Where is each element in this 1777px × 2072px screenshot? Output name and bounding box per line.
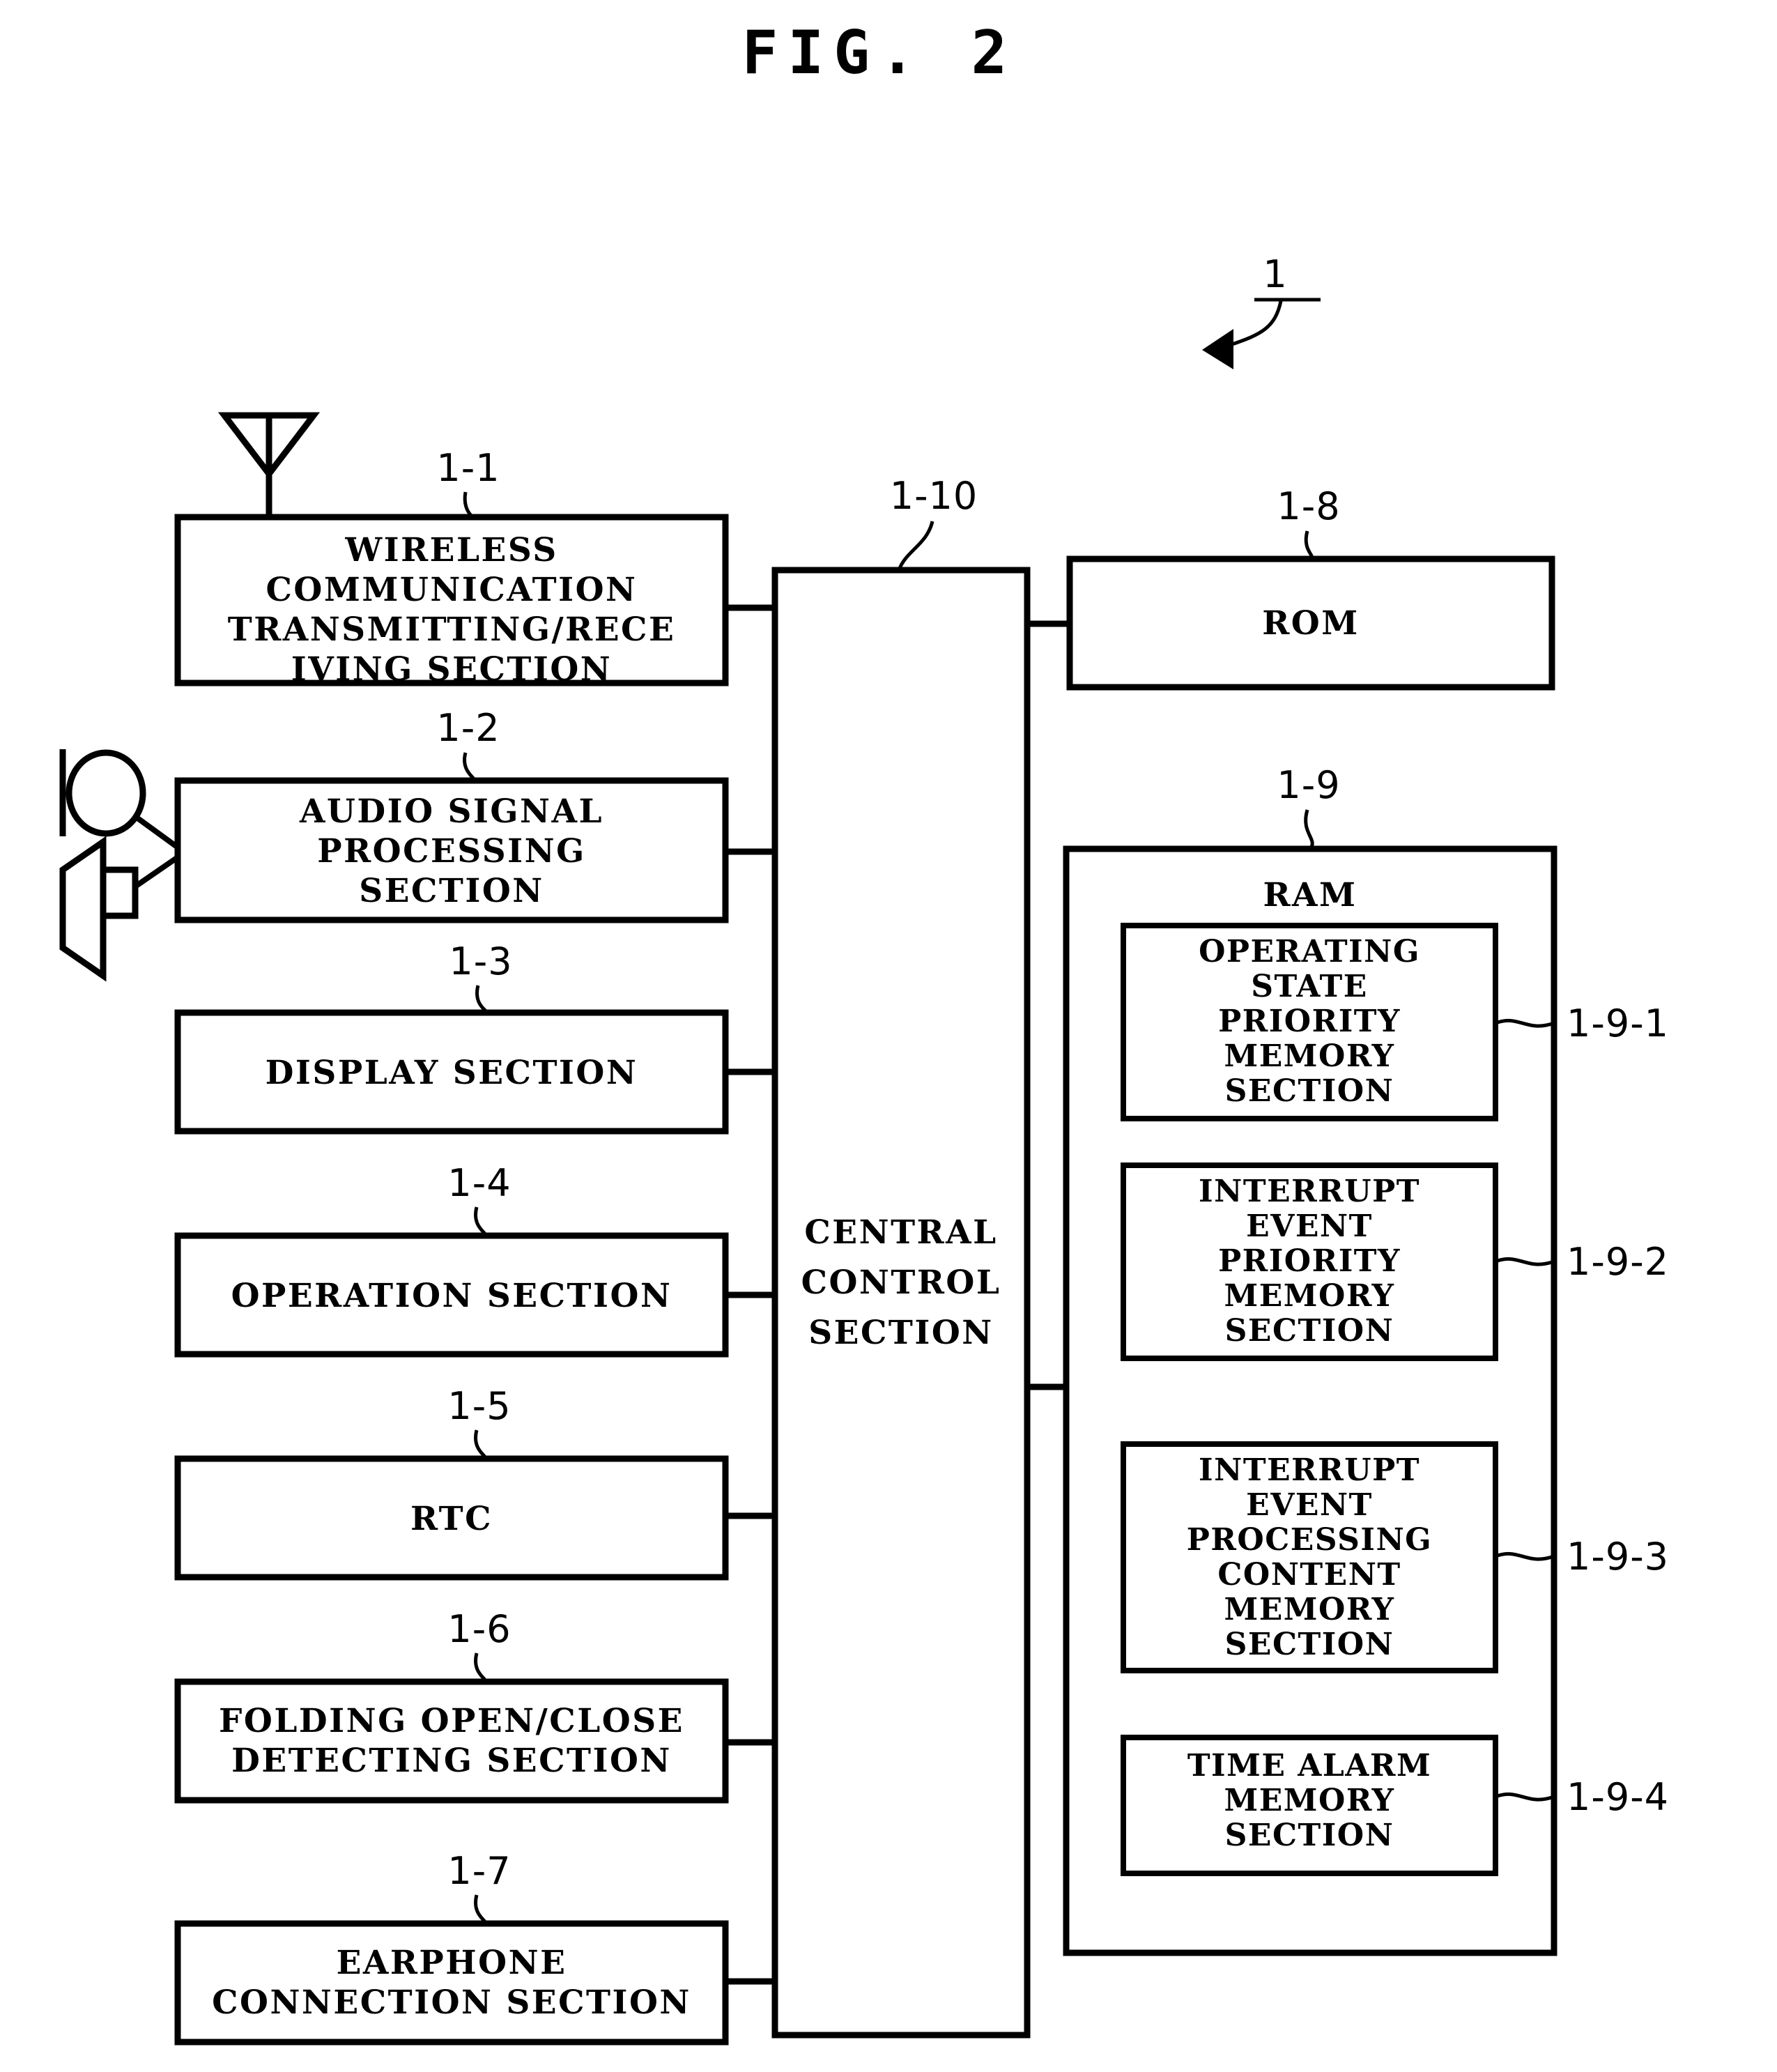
ref-leader-1-4 [474, 1206, 487, 1238]
block-display-section: DISPLAY SECTION 1-3 [174, 939, 729, 1135]
block-1-9-4-line-2: MEMORY [1224, 1783, 1395, 1818]
block-rtc: RTC 1-5 [174, 1384, 729, 1581]
block-folding-rect [174, 1678, 729, 1804]
block-1-9-1-line-5: SECTION [1225, 1073, 1394, 1109]
system-reference-number: 1 [1263, 252, 1287, 296]
block-display-label: DISPLAY SECTION [266, 1054, 638, 1092]
ref-label-1-2: 1-2 [436, 706, 500, 750]
block-central-control-rect [771, 567, 1031, 2039]
block-ccs-line-2: CONTROL [801, 1264, 1001, 1302]
block-1-9-2-line-5: SECTION [1225, 1313, 1394, 1349]
ref-label-1-9-1: 1-9-1 [1567, 1002, 1669, 1045]
block-rom-label: ROM [1262, 604, 1360, 643]
microphone-icon [59, 749, 182, 852]
block-rom: ROM 1-8 [1066, 484, 1555, 691]
ref-label-1-3: 1-3 [449, 939, 512, 983]
patent-figure: FIG. 2 1 WIRELESS COMMUNICATION TRANSMIT… [0, 0, 1777, 2072]
block-wireless-line-3: TRANSMITTING/RECE [228, 611, 676, 649]
ref-leader-1-6 [474, 1652, 487, 1684]
block-earphone-connection-section: EARPHONE CONNECTION SECTION 1-7 [174, 1849, 729, 2046]
block-wireless-line-1: WIRELESS [344, 531, 557, 569]
block-audio-line-3: SECTION [359, 872, 544, 910]
ref-label-1-7: 1-7 [447, 1849, 511, 1893]
ref-leader-1-8 [1304, 530, 1314, 561]
block-operation-section: OPERATION SECTION 1-4 [174, 1161, 729, 1358]
ref-label-1-9-2: 1-9-2 [1567, 1240, 1669, 1284]
block-operating-state-priority-memory: OPERATING STATE PRIORITY MEMORY SECTION … [1121, 923, 1669, 1121]
block-1-9-1-line-1: OPERATING [1199, 934, 1420, 969]
block-wireless-communication: WIRELESS COMMUNICATION TRANSMITTING/RECE… [174, 412, 729, 689]
ref-label-1-9-4: 1-9-4 [1567, 1775, 1669, 1819]
ref-label-1-5: 1-5 [447, 1384, 511, 1428]
block-folding-detecting-section: FOLDING OPEN/CLOSE DETECTING SECTION 1-6 [174, 1607, 729, 1804]
block-1-9-3-line-6: SECTION [1225, 1627, 1394, 1662]
block-audio-line-2: PROCESSING [317, 832, 586, 870]
block-folding-line-1: FOLDING OPEN/CLOSE [219, 1702, 684, 1740]
block-1-9-4-line-1: TIME ALARM [1187, 1748, 1431, 1783]
ref-leader-1-3 [475, 985, 489, 1015]
ref-leader-1-5 [474, 1429, 487, 1461]
block-1-9-2-line-3: PRIORITY [1218, 1243, 1401, 1279]
block-interrupt-event-priority-memory: INTERRUPT EVENT PRIORITY MEMORY SECTION … [1121, 1162, 1669, 1361]
block-earphone-rect [174, 1920, 729, 2046]
ref-leader-1-2 [463, 752, 476, 783]
block-central-control-section: CENTRAL CONTROL SECTION 1-10 [771, 474, 1031, 2039]
ref-label-1-6: 1-6 [447, 1607, 511, 1651]
block-audio-signal-processing: AUDIO SIGNAL PROCESSING SECTION 1-2 [59, 706, 729, 982]
speaker-icon [59, 836, 182, 982]
block-1-9-3-line-3: PROCESSING [1187, 1522, 1433, 1558]
block-wireless-line-2: COMMUNICATION [266, 571, 638, 609]
block-1-9-2-line-2: EVENT [1246, 1208, 1373, 1244]
ref-label-1-4: 1-4 [447, 1161, 511, 1205]
block-1-9-3-line-1: INTERRUPT [1199, 1452, 1420, 1488]
block-1-9-3-line-2: EVENT [1246, 1487, 1373, 1523]
block-1-9-2-line-4: MEMORY [1224, 1278, 1395, 1314]
block-1-9-3-line-5: MEMORY [1224, 1592, 1395, 1627]
block-operation-label: OPERATION SECTION [231, 1277, 672, 1315]
ref-label-1-9-3: 1-9-3 [1567, 1535, 1669, 1579]
ref-label-1-8: 1-8 [1277, 484, 1340, 528]
block-1-9-3-line-4: CONTENT [1217, 1557, 1401, 1593]
system-reference-callout: 1 [1202, 252, 1321, 369]
block-earphone-line-1: EARPHONE [337, 1944, 567, 1982]
block-1-9-4-line-3: SECTION [1225, 1818, 1394, 1853]
block-ccs-line-3: SECTION [808, 1314, 994, 1352]
block-rtc-label: RTC [410, 1500, 493, 1538]
ref-leader-1-7 [474, 1894, 487, 1926]
block-1-9-1-line-4: MEMORY [1224, 1038, 1395, 1074]
block-wireless-line-4: IVING SECTION [291, 650, 612, 689]
block-ram: RAM 1-9 OPERATING STATE PRIORITY MEMORY … [1063, 763, 1669, 1956]
block-audio-line-1: AUDIO SIGNAL [299, 792, 603, 831]
block-ccs-line-1: CENTRAL [804, 1213, 997, 1252]
block-1-9-1-line-3: PRIORITY [1218, 1004, 1401, 1039]
block-1-9-1-line-2: STATE [1251, 969, 1368, 1004]
figure-title: FIG. 2 [742, 18, 1017, 88]
ref-label-1-1: 1-1 [436, 446, 500, 490]
block-folding-line-2: DETECTING SECTION [231, 1742, 672, 1780]
ref-leader-1-10 [897, 521, 934, 571]
ref-label-1-9: 1-9 [1277, 763, 1340, 807]
ref-leader-1-9 [1304, 809, 1314, 850]
block-ram-label: RAM [1263, 876, 1357, 914]
block-earphone-line-2: CONNECTION SECTION [212, 1983, 691, 2022]
block-1-9-2-line-1: INTERRUPT [1199, 1174, 1420, 1209]
block-time-alarm-memory: TIME ALARM MEMORY SECTION 1-9-4 [1121, 1735, 1669, 1876]
system-reference-leader [1229, 300, 1283, 347]
block-interrupt-event-processing-content-memory: INTERRUPT EVENT PROCESSING CONTENT MEMOR… [1121, 1441, 1669, 1673]
ref-label-1-10: 1-10 [890, 474, 978, 518]
antenna-icon [217, 412, 321, 517]
system-reference-arrowhead [1202, 329, 1233, 369]
